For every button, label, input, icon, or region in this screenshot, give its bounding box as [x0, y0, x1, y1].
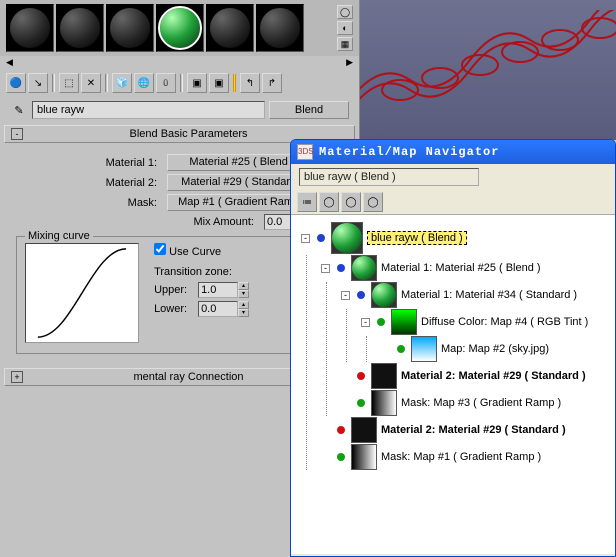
tree-node[interactable]: Material 2: Material #29 ( Standard ) — [321, 417, 611, 443]
lower-spinner[interactable]: ▴▾ — [198, 301, 249, 317]
navigator-view-buttons: ≔ ◯ ◯ ◯ — [291, 190, 615, 214]
backlight-button[interactable]: ◐ — [337, 21, 353, 35]
go-forward-button[interactable]: ↱ — [262, 73, 282, 93]
put-to-library-button[interactable]: 🌐 — [134, 73, 154, 93]
material-name-row: ✎ Blend — [0, 97, 359, 123]
tree-node[interactable]: Mask: Map #1 ( Gradient Ramp ) — [321, 444, 611, 470]
assign-to-selection-button[interactable]: ⬚ — [59, 73, 79, 93]
tree-node[interactable]: - Material 1: Material #25 ( Blend ) — [321, 255, 611, 281]
rollout-toggle-icon: + — [11, 371, 23, 383]
sample-slot-4[interactable] — [156, 4, 204, 52]
show-end-result-button[interactable]: ▣ — [209, 73, 229, 93]
view-large-icons-button[interactable]: ◯ — [341, 192, 361, 212]
material-id-button[interactable]: 0️ — [156, 73, 176, 93]
material-1-label: Material 1: — [93, 157, 157, 169]
lower-label: Lower: — [154, 303, 194, 315]
transition-zone-label: Transition zone: — [154, 266, 249, 278]
material-thumb-icon — [331, 222, 363, 254]
navigator-window: 3DS Material/Map Navigator blue rayw ( B… — [290, 139, 616, 557]
upper-input[interactable] — [198, 282, 238, 298]
tree-node[interactable]: Map: Map #2 (sky.jpg) — [381, 336, 611, 362]
view-list-button[interactable]: ≔ — [297, 192, 317, 212]
sample-scroll-right[interactable]: ▶ — [346, 57, 353, 68]
view-tree-button[interactable]: ◯ — [363, 192, 383, 212]
pick-material-button[interactable]: ✎ — [10, 101, 28, 119]
sample-scroll: ◀ ▶ — [0, 56, 359, 69]
sample-slot-6[interactable] — [256, 4, 304, 52]
mix-amount-label: Mix Amount: — [144, 216, 254, 228]
rollout-toggle-icon: - — [11, 128, 23, 140]
sample-slot-3[interactable] — [106, 4, 154, 52]
sample-slot-2[interactable] — [56, 4, 104, 52]
sample-slot-5[interactable] — [206, 4, 254, 52]
tree-node[interactable]: Material 2: Material #29 ( Standard ) — [341, 363, 611, 389]
tree-root-label: blue rayw ( Blend ) — [367, 231, 467, 245]
sample-scroll-left[interactable]: ◀ — [6, 57, 13, 68]
upper-label: Upper: — [154, 284, 194, 296]
navigator-window-title: Material/Map Navigator — [319, 145, 499, 159]
material-type-button[interactable]: Blend — [269, 101, 349, 119]
background-button[interactable]: ▦ — [337, 37, 353, 51]
lower-input[interactable] — [198, 301, 238, 317]
tree-node[interactable]: - Diffuse Color: Map #4 ( RGB Tint ) — [361, 309, 611, 335]
material-toolbar: 🔵 ↘ ⬚ ✕ 🧊 🌐 0️ ▣ ▣ ↰ ↱ — [0, 69, 359, 97]
collapse-icon[interactable]: - — [301, 234, 310, 243]
material-name-input[interactable] — [32, 101, 265, 119]
app-icon: 3DS — [297, 144, 313, 160]
sample-type-button[interactable]: ◯ — [337, 5, 353, 19]
navigator-titlebar[interactable]: 3DS Material/Map Navigator — [291, 140, 615, 164]
tree-root-node[interactable]: - blue rayw ( Blend ) — [301, 222, 611, 254]
use-curve-label: Use Curve — [169, 246, 221, 258]
put-to-scene-button[interactable]: ↘ — [28, 73, 48, 93]
viewport[interactable] — [360, 0, 616, 140]
get-material-button[interactable]: 🔵 — [6, 73, 26, 93]
material-dot-icon — [317, 234, 325, 242]
sample-slots-row: ◯ ◐ ▦ — [0, 0, 359, 56]
upper-spinner[interactable]: ▴▾ — [198, 282, 249, 298]
mask-label: Mask: — [93, 197, 157, 209]
helix-object-icon — [360, 10, 616, 130]
go-to-parent-button[interactable]: ↰ — [240, 73, 260, 93]
sample-slot-1[interactable] — [6, 4, 54, 52]
sample-side-controls: ◯ ◐ ▦ — [337, 5, 353, 51]
mixing-curve-graph — [25, 243, 139, 343]
tree-node[interactable]: - Material 1: Material #34 ( Standard ) — [341, 282, 611, 308]
navigator-tree[interactable]: - blue rayw ( Blend ) - Material 1: Mate… — [291, 214, 615, 554]
navigator-current-material: blue rayw ( Blend ) — [299, 168, 479, 186]
view-small-icons-button[interactable]: ◯ — [319, 192, 339, 212]
tree-node[interactable]: Mask: Map #3 ( Gradient Ramp ) — [341, 390, 611, 416]
mixing-curve-legend: Mixing curve — [25, 230, 93, 242]
material-2-label: Material 2: — [93, 177, 157, 189]
show-map-button[interactable]: ▣ — [187, 73, 207, 93]
delete-button[interactable]: ✕ — [81, 73, 101, 93]
make-unique-button[interactable]: 🧊 — [112, 73, 132, 93]
use-curve-checkbox[interactable] — [154, 243, 166, 255]
navigator-subtitle-row: blue rayw ( Blend ) — [291, 164, 615, 190]
